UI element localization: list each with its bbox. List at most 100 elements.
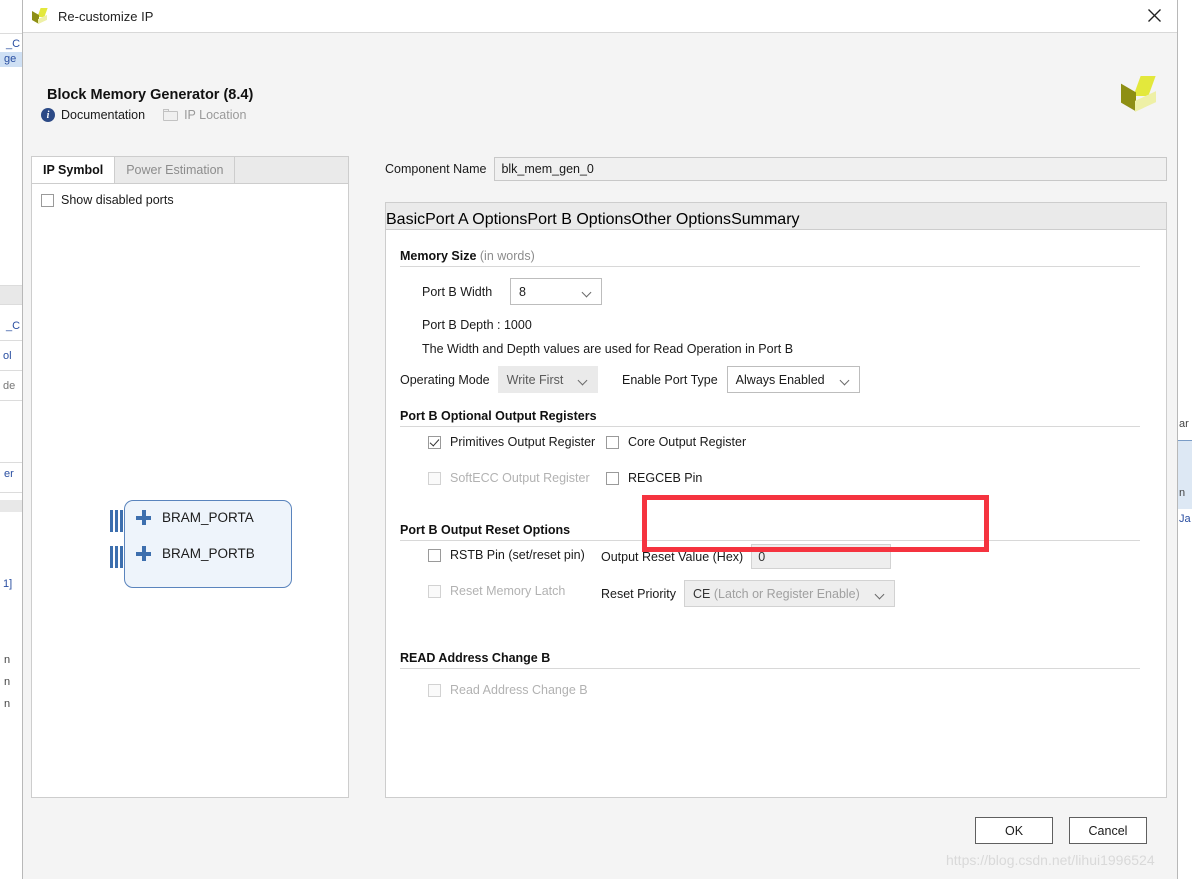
output-reset-value-row: Output Reset Value (Hex) 0: [601, 544, 892, 569]
primitives-output-register-label: Primitives Output Register: [450, 435, 596, 449]
close-icon[interactable]: [1131, 0, 1177, 31]
plus-icon[interactable]: [136, 510, 151, 525]
background-left-strip: _C ge _C ol de er 1] n n n: [0, 0, 22, 879]
bg-fragment: n: [4, 654, 11, 666]
tab-summary[interactable]: Summary: [731, 211, 799, 229]
operating-mode-value: Write First: [506, 372, 564, 387]
tab-port-b-options[interactable]: Port B Options: [527, 211, 631, 229]
port-b-depth-text: Port B Depth : 1000: [422, 318, 532, 332]
chevron-down-icon: [583, 289, 592, 295]
tab-port-a-options[interactable]: Port A Options: [425, 211, 527, 229]
cancel-button[interactable]: Cancel: [1069, 817, 1147, 844]
enable-port-type-row: Enable Port Type Always Enabled: [622, 366, 860, 393]
operating-mode-row: Operating Mode Write First: [400, 366, 598, 393]
core-output-register-label: Core Output Register: [628, 435, 747, 449]
output-reset-value-label: Output Reset Value (Hex): [601, 549, 744, 564]
output-reset-options-group: Port B Output Reset Options: [400, 523, 1140, 541]
port-row-brama[interactable]: BRAM_PORTA: [136, 510, 254, 525]
ip-symbol-panel: IP Symbol Power Estimation Show disabled…: [31, 156, 349, 798]
tab-basic[interactable]: Basic: [386, 211, 425, 229]
read-address-change-checkbox: Read Address Change B: [428, 683, 588, 697]
checkbox-box: [428, 584, 441, 598]
reset-priority-label: Reset Priority: [601, 586, 677, 601]
optional-output-registers-group: Port B Optional Output Registers: [400, 409, 1140, 427]
port-b-width-dropdown[interactable]: 8: [510, 278, 602, 305]
tab-ip-symbol[interactable]: IP Symbol: [32, 157, 116, 184]
read-address-change-divider: [400, 668, 1140, 669]
bg-fragment: n: [4, 698, 11, 710]
output-reset-value-input[interactable]: 0: [751, 544, 892, 569]
ok-button[interactable]: OK: [975, 817, 1053, 844]
reset-memory-latch-label: Reset Memory Latch: [450, 584, 566, 598]
softecc-output-register-label: SoftECC Output Register: [450, 471, 590, 485]
xilinx-logo-large-icon: [1119, 74, 1159, 114]
bus-connector-porta: [110, 510, 124, 532]
output-reset-options-title: Port B Output Reset Options: [400, 523, 571, 537]
documentation-link[interactable]: i Documentation: [41, 108, 145, 122]
output-reset-value-text: 0: [758, 549, 766, 564]
core-output-register-checkbox[interactable]: Core Output Register: [606, 435, 746, 449]
page-title: Block Memory Generator (8.4): [47, 87, 254, 103]
read-address-change-label: Read Address Change B: [450, 683, 588, 697]
component-name-input[interactable]: [494, 156, 1167, 181]
reset-priority-row: Reset Priority CE (Latch or Register Ena…: [601, 580, 896, 607]
width-depth-note-text: The Width and Depth values are used for …: [422, 342, 794, 356]
chevron-down-icon: [876, 591, 885, 597]
softecc-output-register-checkbox: SoftECC Output Register: [428, 471, 590, 485]
dialog-titlebar: Re-customize IP: [23, 0, 1177, 33]
memory-size-title: Memory Size (in words): [400, 249, 1140, 263]
chevron-down-icon: [579, 377, 588, 383]
tab-other-options[interactable]: Other Options: [631, 211, 731, 229]
reset-priority-dropdown[interactable]: CE (Latch or Register Enable): [684, 580, 896, 607]
bg-fragment: _C: [6, 38, 21, 50]
bg-fragment: 1]: [3, 578, 13, 590]
plus-icon[interactable]: [136, 546, 151, 561]
bg-fragment: ar: [1179, 418, 1189, 430]
bg-fragment: ol: [3, 350, 12, 362]
component-name-row: Component Name: [385, 156, 1167, 181]
left-panel-tabstrip: IP Symbol Power Estimation: [31, 156, 349, 184]
bg-fragment: Ja: [1179, 513, 1191, 525]
operating-mode-label: Operating Mode: [400, 372, 490, 387]
memory-size-group: Memory Size (in words): [400, 249, 1140, 267]
rstb-pin-checkbox[interactable]: RSTB Pin (set/reset pin): [428, 548, 585, 562]
folder-icon: [163, 109, 179, 121]
reset-memory-latch-checkbox: Reset Memory Latch: [428, 584, 565, 598]
tab-power-estimation[interactable]: Power Estimation: [115, 157, 236, 183]
options-panel: Component Name Basic Port A Options Port…: [385, 156, 1167, 798]
bg-fragment: n: [1179, 487, 1186, 499]
recustomize-ip-dialog: Re-customize IP Block Memory Generator (…: [22, 0, 1178, 879]
options-tabstrip: Basic Port A Options Port B Options Othe…: [385, 202, 1167, 229]
checkbox-box: [606, 471, 619, 485]
bg-fragment: ge: [4, 53, 17, 65]
bus-connector-portb: [110, 546, 124, 568]
dialog-body: IP Symbol Power Estimation Show disabled…: [23, 136, 1177, 879]
port-row-bramb[interactable]: BRAM_PORTB: [136, 546, 255, 561]
ip-location-link[interactable]: IP Location: [163, 108, 246, 122]
bram-symbol-diagram: BRAM_PORTA BRAM_PORTB: [94, 500, 292, 588]
read-address-change-title: READ Address Change B: [400, 651, 551, 665]
enable-port-type-value: Always Enabled: [735, 372, 825, 387]
header-links: i Documentation IP Location: [41, 108, 246, 122]
port-b-width-row: Port B Width 8: [422, 278, 602, 305]
primitives-output-register-checkbox[interactable]: Primitives Output Register: [428, 435, 595, 449]
regceb-pin-label: REGCEB Pin: [628, 471, 703, 485]
dialog-footer: OK Cancel: [975, 817, 1147, 844]
ip-location-label: IP Location: [184, 108, 247, 122]
optional-output-registers-title: Port B Optional Output Registers: [400, 409, 597, 423]
show-disabled-ports-label: Show disabled ports: [61, 193, 174, 207]
regceb-pin-checkbox[interactable]: REGCEB Pin: [606, 471, 702, 485]
read-address-change-group: READ Address Change B: [400, 651, 1140, 669]
background-right-strip: ar n Ja: [1178, 0, 1192, 879]
dialog-title: Re-customize IP: [58, 8, 154, 24]
width-depth-note-row: The Width and Depth values are used for …: [422, 342, 793, 356]
operating-mode-dropdown[interactable]: Write First: [497, 366, 598, 393]
checkbox-box: [428, 435, 441, 449]
show-disabled-ports-checkbox[interactable]: Show disabled ports: [41, 193, 174, 207]
bg-fragment: de: [3, 380, 16, 392]
info-icon: i: [41, 108, 55, 122]
rstb-pin-label: RSTB Pin (set/reset pin): [450, 548, 585, 562]
port-b-options-pane: Memory Size (in words) Port B Width 8 Po…: [385, 229, 1167, 798]
enable-port-type-dropdown[interactable]: Always Enabled: [726, 366, 860, 393]
output-reset-options-divider: [400, 540, 1140, 541]
